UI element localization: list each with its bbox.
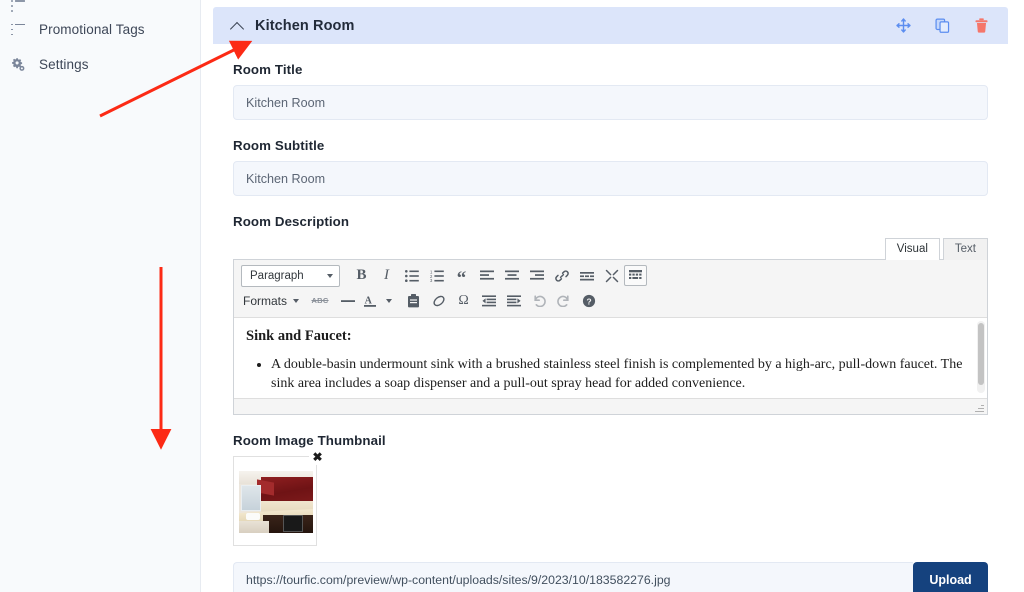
insert-link-icon[interactable] [549, 264, 574, 287]
room-image-thumbnail-label: Room Image Thumbnail [233, 433, 386, 448]
editor-resize-grip[interactable] [975, 403, 984, 412]
clear-formatting-icon[interactable] [426, 289, 451, 312]
room-card: Kitchen Room Room Title Kitchen Room Roo… [213, 7, 1008, 592]
special-character-icon[interactable]: Ω [451, 289, 476, 312]
numbered-list-icon[interactable]: 123 [424, 264, 449, 287]
svg-text:3: 3 [430, 278, 433, 282]
editor-toolbar-row-2: Formats ABC A Ω ? [238, 288, 983, 313]
remove-thumbnail-icon[interactable]: ✖ [309, 448, 326, 465]
chevron-up-icon[interactable] [231, 19, 244, 32]
room-card-tools [895, 17, 994, 34]
room-description-group: Room Description Visual Text Paragraph B… [233, 214, 1002, 415]
redo-icon[interactable] [551, 289, 576, 312]
text-color-icon[interactable]: A [360, 289, 380, 312]
move-handle-icon[interactable] [895, 17, 912, 34]
app-root: Promotional Tags Settings Kitchen Room R… [0, 0, 1024, 592]
duplicate-icon[interactable] [934, 17, 951, 34]
align-right-icon[interactable] [524, 264, 549, 287]
room-title-label: Room Title [233, 62, 303, 77]
list-icon [10, 0, 26, 12]
sidebar-item-clipped[interactable] [0, 0, 200, 12]
editor-mode-tabs: Visual Text [233, 237, 988, 260]
image-url-input[interactable] [233, 562, 913, 592]
tab-visual[interactable]: Visual [884, 238, 940, 260]
room-card-body: Room Title Room Subtitle Room Descriptio… [213, 44, 1008, 592]
strikethrough-icon[interactable]: ABC [305, 289, 335, 312]
paste-as-text-icon[interactable] [401, 289, 426, 312]
room-subtitle-input[interactable] [233, 161, 988, 196]
undo-icon[interactable] [526, 289, 551, 312]
align-left-icon[interactable] [474, 264, 499, 287]
sidebar-item-label: Promotional Tags [39, 22, 145, 37]
room-title-group: Room Title [233, 62, 1002, 120]
room-card-title: Kitchen Room [255, 17, 355, 34]
editor-content-bullet: A double-basin undermount sink with a br… [271, 355, 971, 393]
horizontal-rule-icon[interactable] [335, 289, 360, 312]
delete-icon[interactable] [973, 17, 990, 34]
svg-text:?: ? [586, 296, 591, 306]
room-card-header[interactable]: Kitchen Room [213, 7, 1008, 44]
room-title-input[interactable] [233, 85, 988, 120]
gear-icon [10, 57, 26, 73]
room-subtitle-group: Room Subtitle [233, 138, 1002, 196]
chevron-down-icon [293, 298, 300, 303]
editor-content-list: A double-basin undermount sink with a br… [271, 355, 971, 393]
chevron-down-icon[interactable] [386, 298, 393, 303]
italic-icon[interactable]: I [374, 264, 399, 287]
upload-button[interactable]: Upload [913, 562, 988, 592]
formats-menu-button[interactable]: Formats [238, 290, 305, 312]
chevron-down-icon [327, 273, 333, 278]
align-center-icon[interactable] [499, 264, 524, 287]
indent-icon[interactable] [501, 289, 526, 312]
format-select-value: Paragraph [250, 269, 304, 282]
svg-text:A: A [365, 295, 373, 306]
room-image-thumbnail-group: Room Image Thumbnail ✖ https://tourfic.c… [233, 433, 1002, 592]
thumbnail-box[interactable]: ✖ [233, 448, 326, 546]
sidebar-item-label: Settings [39, 57, 89, 72]
editor-content-area[interactable]: Sink and Faucet: A double-basin undermou… [234, 318, 987, 398]
keyboard-shortcuts-icon[interactable]: ? [576, 289, 601, 312]
tab-text[interactable]: Text [942, 238, 988, 260]
editor-status-bar [234, 398, 987, 414]
editor-box: Paragraph B I 123 “ Formats ABC A Ω ? Si… [233, 259, 988, 415]
sidebar-item-promotional-tags[interactable]: Promotional Tags [0, 12, 200, 47]
editor-content-heading: Sink and Faucet: [246, 328, 352, 344]
thumbnail-image [239, 471, 313, 533]
room-subtitle-label: Room Subtitle [233, 138, 325, 153]
fullscreen-icon[interactable] [599, 264, 624, 287]
bold-icon[interactable]: B [349, 264, 374, 287]
outdent-icon[interactable] [476, 289, 501, 312]
toolbar-toggle-icon[interactable] [624, 265, 647, 286]
image-url-row: Upload [233, 562, 988, 592]
sidebar-item-settings[interactable]: Settings [0, 47, 200, 82]
main-content: Kitchen Room Room Title Kitchen Room Roo… [201, 0, 1024, 592]
wysiwyg-editor: Visual Text Paragraph B I 1 2 3 “ Format… [233, 237, 988, 415]
sidebar: Promotional Tags Settings [0, 0, 201, 592]
list-icon [10, 23, 26, 36]
blockquote-icon[interactable]: “ [449, 264, 474, 288]
bulleted-list-icon[interactable] [399, 264, 424, 287]
room-description-label: Room Description [233, 214, 350, 229]
formats-menu-label: Formats [243, 293, 288, 308]
editor-scrollbar[interactable] [977, 321, 985, 393]
editor-toolbar: Paragraph B I 123 “ Formats ABC A Ω ? [234, 260, 987, 318]
read-more-icon[interactable] [574, 264, 599, 287]
format-select[interactable]: Paragraph [241, 264, 340, 287]
editor-toolbar-row-1: Paragraph B I 123 “ [238, 263, 983, 288]
